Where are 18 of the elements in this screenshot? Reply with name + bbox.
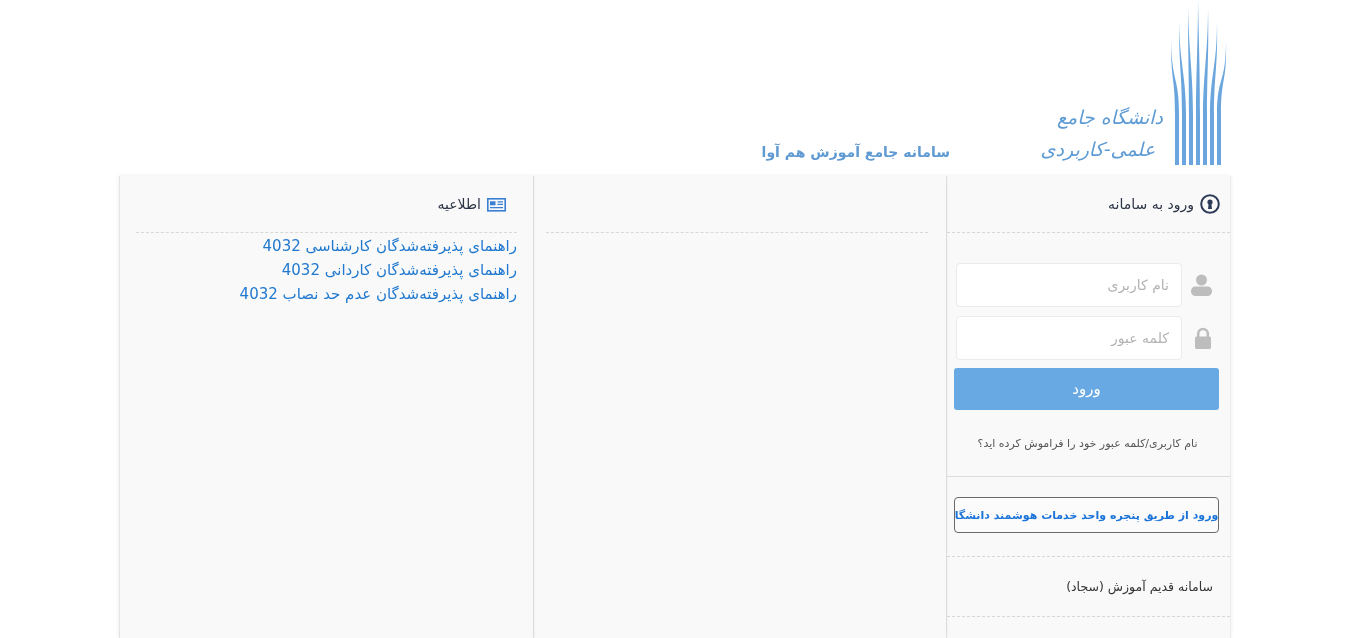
user-icon	[1191, 274, 1212, 296]
logo-text: علمی-کاربردی	[1040, 137, 1156, 163]
lock-icon	[1194, 327, 1212, 349]
news-title: اطلاعیه	[437, 196, 481, 212]
newspaper-icon	[487, 196, 506, 212]
announcement-link[interactable]: راهنمای پذیرفته‌شدگان کارشناسی 4032	[262, 234, 517, 258]
sso-login-button[interactable]: ورود از طریق پنجره واحد خدمات هوشمند دانشگا	[954, 497, 1219, 533]
username-field[interactable]: نام کاربری	[956, 263, 1182, 307]
old-system-link[interactable]: سامانه قدیم آموزش (سجاد)	[1066, 579, 1213, 594]
password-field[interactable]: کلمه عبور	[956, 316, 1182, 360]
keyhole-icon	[1200, 194, 1220, 214]
login-button[interactable]: ورود	[954, 368, 1219, 410]
announcement-link[interactable]: راهنمای پذیرفته‌شدگان کاردانی 4032	[281, 258, 517, 282]
login-title: ورود به سامانه	[1108, 196, 1194, 212]
forgot-password-link[interactable]: نام کاربری/کلمه عبور خود را فراموش کرده اید؟	[977, 437, 1198, 450]
announcement-link[interactable]: راهنمای پذیرفته‌شدگان عدم حد نصاب 4032	[239, 282, 517, 306]
logo-text: دانشگاه جامع	[1056, 105, 1164, 131]
system-subtitle: سامانه جامع آموزش هم آوا	[761, 144, 950, 160]
